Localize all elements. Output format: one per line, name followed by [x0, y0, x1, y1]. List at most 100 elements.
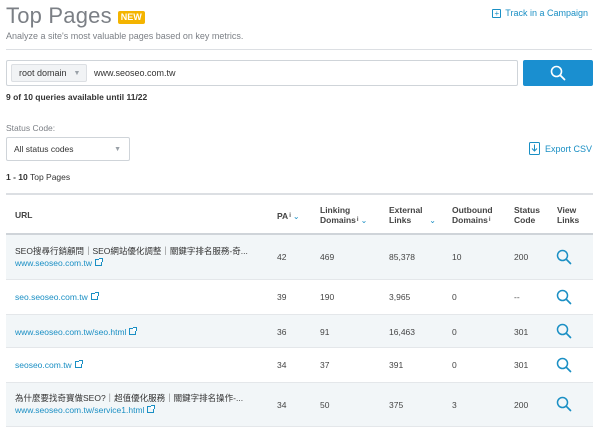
- outbound-domains-cell: 0: [452, 292, 457, 302]
- search-icon[interactable]: [556, 323, 572, 339]
- table-row: www.seoseo.com.tw/seo.html 36 91 16,463 …: [6, 315, 593, 348]
- page-url-link[interactable]: seo.seoseo.com.tw: [15, 292, 99, 302]
- column-view-links-line2: Links: [557, 215, 580, 225]
- search-icon[interactable]: [556, 289, 572, 305]
- chevron-down-icon: ▼: [73, 69, 81, 77]
- track-in-campaign-link[interactable]: + Track in a Campaign: [492, 8, 588, 18]
- page-title: Top Pages: [6, 3, 112, 28]
- status-code-cell: 301: [514, 360, 529, 370]
- title-row: Top Pages NEW: [6, 2, 145, 30]
- linking-domains-cell: 91: [320, 327, 330, 337]
- chevron-down-icon: ⌄: [360, 216, 368, 225]
- search-icon[interactable]: [556, 357, 572, 373]
- external-links-cell: 3,965: [389, 292, 411, 302]
- external-links-cell: 375: [389, 400, 404, 410]
- page-url-link[interactable]: www.seoseo.com.tw: [15, 258, 103, 268]
- external-link-icon: [90, 292, 99, 300]
- header-divider: [6, 49, 592, 50]
- page-url-text: seo.seoseo.com.tw: [15, 292, 88, 302]
- column-status-code-line1: Status: [514, 205, 540, 215]
- external-link-icon: [95, 258, 103, 266]
- page-subtitle: Analyze a site's most valuable pages bas…: [6, 31, 244, 41]
- page-url-link[interactable]: www.seoseo.com.tw/service1.html: [15, 405, 156, 415]
- external-links-cell: 16,463: [389, 327, 415, 337]
- results-label: Top Pages: [29, 172, 71, 182]
- search-bar: root domain ▼ www.seoseo.com.tw: [6, 60, 518, 86]
- outbound-domains-cell: 0: [452, 360, 457, 370]
- external-link-icon: [74, 360, 83, 368]
- page-title-cell: SEO搜尋行銷顧問｜SEO網站優化調整｜關鍵字排名服務-奇...: [15, 246, 248, 256]
- search-icon[interactable]: [556, 249, 572, 265]
- linking-domains-cell: 37: [320, 360, 330, 370]
- search-input[interactable]: www.seoseo.com.tw: [94, 68, 176, 78]
- external-links-cell: 85,378: [389, 252, 415, 262]
- status-code-cell: 301: [514, 327, 529, 337]
- pa-cell: 42: [277, 252, 287, 262]
- plus-icon: +: [492, 8, 502, 18]
- pa-cell: 34: [277, 400, 287, 410]
- page-title-cell: 為什麼要找奇寶做SEO?｜超值優化服務｜關鍵字排名操作-...: [15, 393, 244, 403]
- export-csv-button[interactable]: Export CSV: [528, 142, 592, 155]
- info-icon: i: [289, 213, 291, 219]
- column-outbound-domains[interactable]: Outbound Domainsi: [452, 205, 493, 225]
- export-csv-label: Export CSV: [544, 143, 592, 154]
- linking-domains-cell: 50: [320, 400, 330, 410]
- search-icon: [550, 65, 566, 81]
- linking-domains-cell: 190: [320, 292, 335, 302]
- outbound-domains-cell: 0: [452, 327, 457, 337]
- page-url-text: www.seoseo.com.tw/seo.html: [15, 327, 127, 337]
- pa-cell: 36: [277, 327, 287, 337]
- outbound-domains-cell: 3: [452, 400, 457, 410]
- status-code-cell: --: [514, 292, 520, 302]
- page-url-text: seoseo.com.tw: [15, 360, 72, 370]
- table-row: seo.seoseo.com.tw 39 190 3,965 0 --: [6, 280, 593, 315]
- page-url-link[interactable]: seoseo.com.tw: [15, 360, 83, 370]
- column-linking-domains-line1: Linking: [320, 205, 351, 215]
- chevron-down-icon: ▼: [114, 145, 121, 153]
- pa-cell: 39: [277, 292, 287, 302]
- info-icon: i: [356, 217, 359, 223]
- column-pa[interactable]: PAi ⌄: [277, 211, 300, 222]
- external-link-icon: [147, 405, 156, 413]
- info-icon: i: [488, 217, 491, 223]
- page-url-link[interactable]: www.seoseo.com.tw/seo.html: [15, 327, 138, 337]
- table-row: seoseo.com.tw 34 37 391 0 301: [6, 348, 593, 383]
- column-status-code-line2: Code: [514, 215, 536, 225]
- search-button[interactable]: [523, 60, 593, 86]
- new-badge: NEW: [117, 10, 145, 24]
- track-in-campaign-label: Track in a Campaign: [505, 8, 588, 18]
- outbound-domains-cell: 10: [452, 252, 462, 262]
- scope-select-value: root domain: [19, 68, 67, 78]
- column-outbound-domains-line1: Outbound: [452, 205, 493, 215]
- results-count: 1 - 10 Top Pages: [6, 172, 70, 182]
- table-row: SEO搜尋行銷顧問｜SEO網站優化調整｜關鍵字排名服務-奇... www.seo…: [6, 235, 593, 280]
- table-row: 為什麼要找奇寶做SEO?｜超值優化服務｜關鍵字排名操作-... www.seos…: [6, 383, 593, 427]
- page-url-text: www.seoseo.com.tw/service1.html: [15, 405, 145, 415]
- scope-select[interactable]: root domain ▼: [11, 64, 87, 82]
- column-linking-domains[interactable]: Linking Domainsi ⌄: [320, 205, 367, 226]
- column-url[interactable]: URL: [15, 210, 32, 220]
- table-header: URL PAi ⌄ Linking Domainsi ⌄ External Link…: [6, 193, 593, 235]
- column-linking-domains-label: Domains: [320, 215, 356, 225]
- status-code-select[interactable]: All status codes ▼: [6, 137, 130, 161]
- status-code-select-value: All status codes: [14, 144, 74, 154]
- linking-domains-cell: 469: [320, 252, 335, 262]
- external-links-cell: 391: [389, 360, 404, 370]
- status-code-cell: 200: [514, 400, 529, 410]
- column-external-links[interactable]: External Links ⌄: [389, 205, 436, 226]
- column-external-links-line1: External: [389, 205, 423, 215]
- top-pages-table: URL PAi ⌄ Linking Domainsi ⌄ External Link…: [6, 193, 593, 427]
- status-code-cell: 200: [514, 252, 529, 262]
- results-range: 1 - 10: [6, 172, 28, 182]
- column-external-links-label: Links: [389, 215, 412, 225]
- column-linking-domains-line2: Domainsi ⌄: [320, 215, 367, 226]
- column-status-code[interactable]: Status Code: [514, 205, 540, 225]
- column-pa-label: PA: [277, 211, 289, 221]
- external-link-icon: [129, 327, 138, 335]
- status-code-label: Status Code:: [6, 123, 56, 133]
- column-view-links-line1: View: [557, 205, 577, 215]
- pa-cell: 34: [277, 360, 287, 370]
- chevron-down-icon: ⌄: [429, 216, 436, 225]
- queries-remaining: 9 of 10 queries available until 11/22: [6, 92, 148, 102]
- search-icon[interactable]: [556, 396, 572, 412]
